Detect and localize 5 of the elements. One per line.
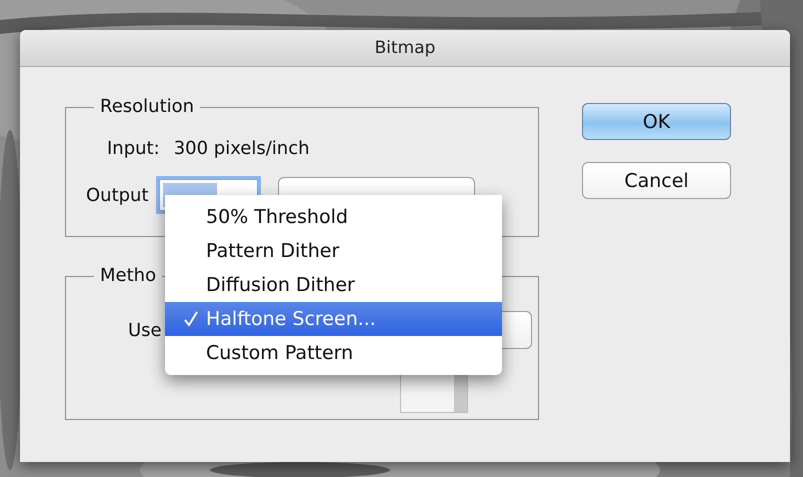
use-label: Use [128, 320, 162, 340]
window-title: Bitmap [374, 38, 436, 58]
input-label: Input: [107, 138, 160, 159]
output-label: Output [86, 184, 149, 206]
input-value: 300 pixels/inch [174, 138, 310, 159]
